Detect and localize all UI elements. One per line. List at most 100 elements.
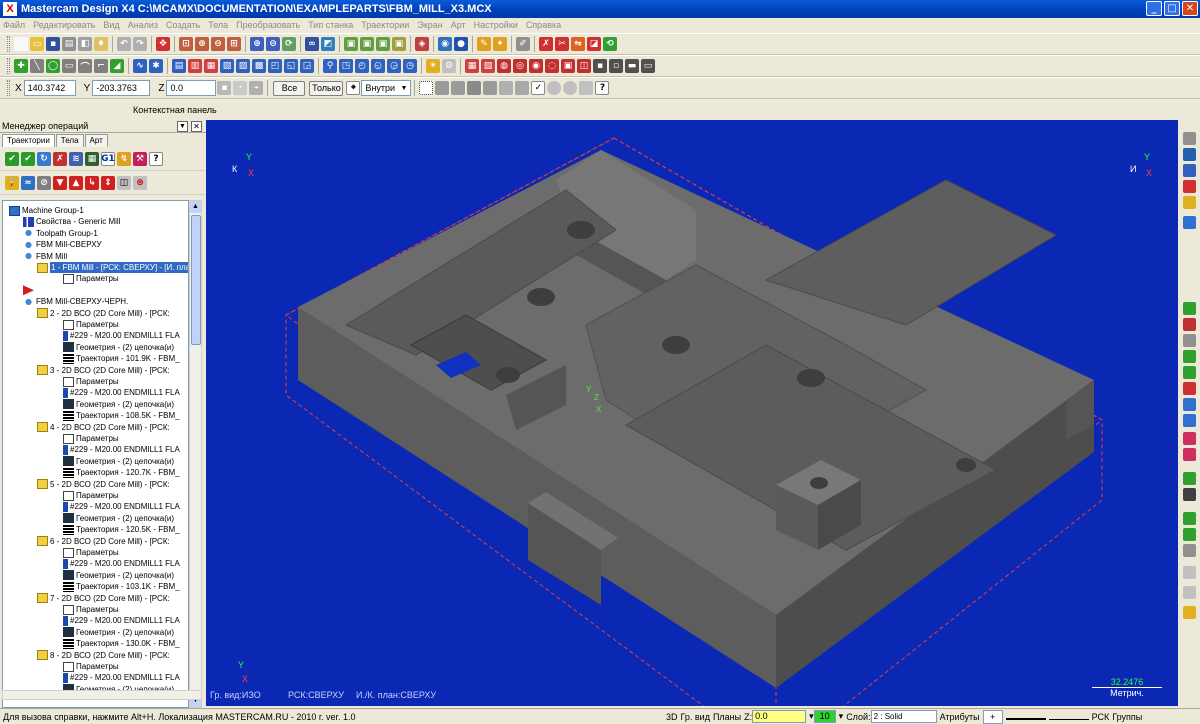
move-down-icon[interactable]: ▼ <box>53 175 67 190</box>
menu-view[interactable]: Вид <box>103 20 119 30</box>
tree-item[interactable]: Toolpath Group-1 <box>23 228 98 239</box>
window-select-icon[interactable] <box>419 81 434 95</box>
measure-icon[interactable]: ✎ <box>477 37 491 51</box>
line-style-select[interactable] <box>1005 714 1046 720</box>
cplane-icon[interactable]: ◈ <box>415 37 429 51</box>
tree-item[interactable]: 7 - 2D ВСО (2D Core Mill) - [РСК: <box>37 593 170 604</box>
snap-options-icon[interactable]: ⌁ <box>249 81 264 95</box>
globe-icon[interactable] <box>1183 414 1196 427</box>
edge-select-icon[interactable] <box>467 81 482 95</box>
tree-item[interactable]: 8 - 2D ВСО (2D Core Mill) - [РСК: <box>37 650 170 661</box>
close-button[interactable]: ✕ <box>1182 1 1198 16</box>
lathe-icon[interactable]: ⚙ <box>442 59 456 73</box>
tree-item[interactable]: FBM Mill-СВЕРХУ-ЧЕРН. <box>23 296 128 307</box>
end-select-icon[interactable] <box>579 81 594 95</box>
view-side-icon[interactable]: ▣ <box>376 37 390 51</box>
face-select-icon[interactable] <box>451 81 466 95</box>
back-select-icon[interactable] <box>515 81 530 95</box>
engrave-icon[interactable]: ◷ <box>403 59 417 73</box>
zoom-out-icon[interactable]: ⊖ <box>266 37 280 51</box>
trim-solid-icon[interactable]: ◰ <box>268 59 282 73</box>
new-icon[interactable]: ▫ <box>14 37 28 51</box>
tree-item[interactable]: #229 - M20.00 ENDMILL1 FLA <box>63 444 180 455</box>
move-up-icon[interactable]: ▲ <box>69 175 83 190</box>
tree-item[interactable]: Параметры <box>63 376 119 387</box>
tree-item[interactable]: FBM Mill-СВЕРХУ <box>23 239 102 250</box>
tree-item[interactable]: Геометрия - (2) цепочка(и) <box>63 570 174 581</box>
tree-item[interactable]: 2 - 2D ВСО (2D Core Mill) - [РСК: <box>37 308 170 319</box>
point-icon[interactable] <box>1183 302 1196 315</box>
delete-icon[interactable]: ✗ <box>539 37 553 51</box>
shade-icon[interactable] <box>1183 398 1196 411</box>
color-e-icon[interactable] <box>1183 512 1196 525</box>
regenerate-dirty-icon[interactable]: ✗ <box>53 151 67 166</box>
menu-create[interactable]: Создать <box>166 20 200 30</box>
body-select-icon[interactable] <box>483 81 498 95</box>
tree-item[interactable]: Machine Group-1 <box>9 205 84 216</box>
color-d-icon[interactable] <box>1183 488 1196 501</box>
level-dropdown-icon[interactable]: ▾ <box>839 710 844 724</box>
post-icon[interactable]: G1 <box>101 151 115 166</box>
feature-icon[interactable]: ◲ <box>300 59 314 73</box>
tree-item[interactable]: Параметры <box>63 661 119 672</box>
scroll-up-icon[interactable]: ▲ <box>190 201 201 213</box>
solid-loft-icon[interactable]: ▧ <box>220 59 234 73</box>
y-coord-field[interactable]: -203.3763 <box>92 80 151 96</box>
undo-icon[interactable]: ↶ <box>117 37 131 51</box>
zoom-window-icon[interactable]: ⊕ <box>195 37 209 51</box>
tree-item[interactable]: #229 - M20.00 ENDMILL1 FLA <box>63 558 180 569</box>
cube-icon[interactable] <box>1183 148 1196 161</box>
graphics-viewport[interactable]: Y К X Y И X Y Z X Y X Гр. вид:ИЗО РСК:СВ… <box>206 120 1178 706</box>
menu-edit[interactable]: Редактировать <box>33 20 95 30</box>
nci-icon[interactable]: ◫ <box>577 59 591 73</box>
globe-icon[interactable]: ◉ <box>438 37 452 51</box>
mill-icon[interactable]: ✶ <box>426 59 440 73</box>
rotate3d-icon[interactable] <box>1183 180 1196 193</box>
tree-item[interactable]: #229 - M20.00 ENDMILL1 FLA <box>63 615 180 626</box>
surface-finish-icon[interactable]: ▧ <box>481 59 495 73</box>
verify-select-icon[interactable]: ⌖ <box>346 81 361 95</box>
shaded-rough-icon[interactable]: ◉ <box>529 59 543 73</box>
single-op-icon[interactable]: ◫ <box>117 175 131 190</box>
surface-rough-icon[interactable]: ▦ <box>465 59 479 73</box>
toggle-display-icon[interactable]: ≈ <box>21 175 35 190</box>
select-all-button[interactable]: Все <box>273 80 306 96</box>
fit-icon[interactable]: ⊡ <box>179 37 193 51</box>
link-icon[interactable]: ⊛ <box>133 175 147 190</box>
menu-file[interactable]: Файл <box>3 20 25 30</box>
tab-toolpaths[interactable]: Траектории <box>2 134 55 147</box>
drill-icon[interactable]: ⚲ <box>323 59 337 73</box>
insert-arrow-icon[interactable]: ↳ <box>85 175 99 190</box>
slot-icon[interactable]: ◶ <box>387 59 401 73</box>
setup-icon[interactable]: ▪ <box>593 59 607 73</box>
lock-ops-icon[interactable]: 🔒 <box>5 175 19 190</box>
contour-icon[interactable]: ◳ <box>339 59 353 73</box>
solid-sweep-icon[interactable]: ▦ <box>204 59 218 73</box>
radial-icon[interactable]: ◎ <box>513 59 527 73</box>
menu-toolpaths[interactable]: Траектории <box>361 20 409 30</box>
color-j-icon[interactable] <box>1183 606 1196 619</box>
tree-vertical-scrollbar[interactable]: ▲ ▼ <box>189 200 202 708</box>
analyze-icon[interactable]: ✦ <box>493 37 507 51</box>
tree-item[interactable]: Геометрия - (2) цепочка(и) <box>63 456 174 467</box>
tree-item[interactable]: 5 - 2D ВСО (2D Core Mill) - [РСК: <box>37 479 170 490</box>
verify-ops-icon[interactable]: ▦ <box>85 151 99 166</box>
lock-icon[interactable]: ▪ <box>217 81 232 95</box>
blank-icon[interactable] <box>1183 132 1196 145</box>
repaint-icon[interactable]: ⟳ <box>282 37 296 51</box>
menu-screen[interactable]: Экран <box>417 20 442 30</box>
tree-item[interactable]: Траектория - 101.9K - FBM_ <box>63 353 180 364</box>
view-iso-icon[interactable]: ▣ <box>392 37 406 51</box>
xform-icon[interactable]: ✱ <box>149 59 163 73</box>
color-b-icon[interactable] <box>1183 448 1196 461</box>
color-c-icon[interactable] <box>1183 472 1196 485</box>
rectangle-icon[interactable]: ▭ <box>62 59 76 73</box>
menu-xform[interactable]: Преобразовать <box>236 20 300 30</box>
tree-item[interactable]: #229 - M20.00 ENDMILL1 FLA <box>63 672 180 683</box>
tree-item[interactable]: Геометрия - (2) цепочка(и) <box>63 399 174 410</box>
tree-item[interactable]: Параметры <box>63 433 119 444</box>
tree-item[interactable]: Траектория - 103.1K - FBM_ <box>63 581 180 592</box>
fillet-icon[interactable]: ⌐ <box>94 59 108 73</box>
color-a-icon[interactable] <box>1183 432 1196 445</box>
delete-ops-icon[interactable]: ⚒ <box>133 151 147 166</box>
